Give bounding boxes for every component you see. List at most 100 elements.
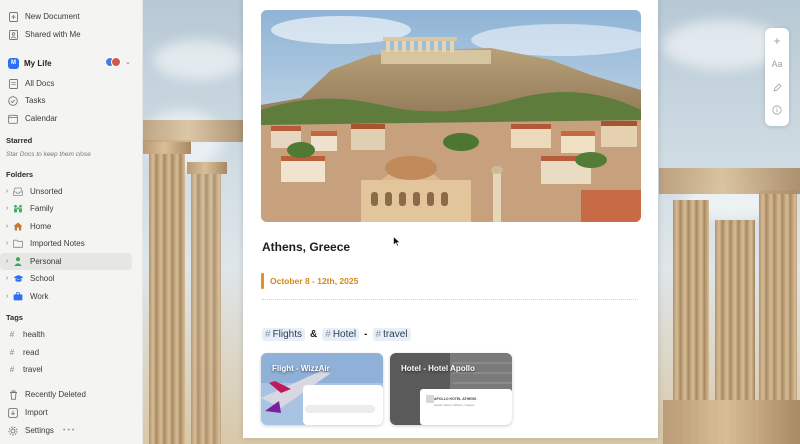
card-title: Flight - WizzAir [272, 364, 330, 373]
sidebar-item-label: All Docs [25, 79, 55, 88]
workspace-name: My Life [24, 58, 52, 68]
new-document-icon [7, 11, 19, 23]
chevron-right-icon[interactable]: › [3, 188, 11, 195]
sidebar-item-calendar[interactable]: Calendar [0, 110, 143, 127]
house-icon [12, 221, 24, 233]
tag-label: Flights [272, 329, 303, 340]
recently-deleted-button[interactable]: Recently Deleted [0, 386, 143, 403]
sidebar-item-label: Family [30, 204, 54, 213]
new-document-label: New Document [25, 12, 80, 21]
shared-with-me-label: Shared with Me [25, 30, 81, 39]
tag-label: Hotel [332, 329, 357, 340]
tag-flights[interactable]: # Flights [262, 328, 306, 341]
tags-heading: Tags [6, 313, 23, 322]
import-icon [7, 407, 19, 419]
sidebar-item-label: School [30, 274, 55, 283]
hash-icon: # [375, 329, 382, 340]
checkmark-circle-icon [7, 95, 19, 107]
chevron-right-icon[interactable]: › [3, 275, 11, 282]
sidebar-tag-read[interactable]: # read [0, 344, 143, 361]
hotel-preview-subtitle: Apollo hotel in Athens, Greece [434, 403, 475, 407]
new-document-button[interactable]: New Document [0, 8, 143, 25]
sidebar-item-label: health [23, 330, 45, 339]
highlight-pen-button[interactable] [765, 76, 789, 98]
sidebar-folder-imported-notes[interactable]: › Imported Notes [0, 235, 143, 252]
sidebar-item-label: read [23, 348, 40, 357]
chevron-right-icon[interactable]: › [3, 258, 11, 265]
sidebar-folder-work[interactable]: › Work [0, 288, 143, 305]
sidebar-folder-personal[interactable]: › Personal [0, 253, 132, 270]
workspace-members[interactable]: ⌄ [105, 57, 131, 67]
hash-icon: # [265, 329, 271, 340]
info-button[interactable] [765, 99, 789, 121]
chevron-right-icon[interactable]: › [3, 293, 11, 300]
document-title[interactable]: Athens, Greece [262, 240, 350, 254]
formatting-toolbar: + Aa [765, 28, 789, 126]
sidebar-item-label: Calendar [25, 114, 58, 123]
dash-text: - [364, 329, 368, 340]
hotel-preview-heading: APOLLO HOTEL ATHENS [434, 397, 477, 401]
sidebar-folder-home[interactable]: › Home [0, 218, 143, 235]
hash-icon: # [9, 330, 15, 339]
hotel-link-card[interactable]: Hotel - Hotel Apollo APOLLO HOTEL ATHENS… [390, 353, 512, 425]
folders-heading: Folders [6, 170, 34, 179]
starred-heading: Starred [6, 136, 33, 145]
sidebar: New Document Shared with Me M My Life ⌄ … [0, 0, 143, 444]
sidebar-item-label: Import [25, 408, 48, 417]
pen-icon [772, 82, 782, 92]
person-icon [12, 256, 24, 268]
hash-icon: # [9, 365, 15, 374]
sidebar-item-label: Home [30, 222, 52, 231]
import-button[interactable]: Import [0, 404, 143, 421]
tag-hotel[interactable]: # Hotel [322, 328, 360, 341]
document-page: Athens, Greece October 8 - 12th, 2025 # F… [243, 0, 658, 438]
sidebar-item-label: travel [23, 365, 43, 374]
sidebar-folder-family[interactable]: › Family [0, 200, 143, 217]
sidebar-item-label: Personal [30, 257, 62, 266]
flight-link-card[interactable]: Flight - WizzAir [261, 353, 383, 425]
folder-icon [12, 238, 24, 250]
chevron-right-icon[interactable]: › [3, 205, 11, 212]
graduation-cap-icon [12, 273, 24, 285]
add-block-button[interactable]: + [765, 30, 789, 52]
sidebar-item-label: Unsorted [30, 187, 63, 196]
sidebar-item-label: Tasks [25, 96, 46, 105]
sidebar-item-tasks[interactable]: Tasks [0, 92, 143, 109]
sidebar-item-all-docs[interactable]: All Docs [0, 75, 143, 92]
briefcase-icon [12, 291, 24, 303]
trip-dates[interactable]: October 8 - 12th, 2025 [270, 276, 358, 286]
sidebar-tag-health[interactable]: # health [0, 326, 143, 343]
chevron-down-icon: ⌄ [125, 59, 131, 66]
hash-icon: # [9, 348, 15, 357]
divider [262, 299, 638, 300]
shared-with-me-button[interactable]: Shared with Me [0, 26, 143, 43]
tags-line: # Flights & # Hotel - # travel [262, 328, 411, 341]
sidebar-folder-unsorted[interactable]: › Unsorted [0, 183, 143, 200]
text-style-button[interactable]: Aa [765, 53, 789, 75]
sidebar-item-label: Settings [25, 426, 54, 435]
shared-doc-icon [7, 29, 19, 41]
gear-icon [7, 425, 19, 437]
chevron-right-icon[interactable]: › [3, 240, 11, 247]
trash-icon [7, 389, 19, 401]
sidebar-item-label: Imported Notes [30, 239, 85, 248]
hash-icon: # [325, 329, 331, 340]
card-title: Hotel - Hotel Apollo [401, 364, 475, 373]
workspace-badge: M [8, 57, 19, 69]
acropolis-cover-image [261, 10, 641, 222]
chevron-right-icon[interactable]: › [3, 223, 11, 230]
accent-bar [261, 273, 264, 289]
sidebar-folder-school[interactable]: › School [0, 270, 143, 287]
tag-label: travel [383, 329, 408, 340]
sidebar-item-label: Recently Deleted [25, 390, 86, 399]
mouse-cursor-icon [393, 236, 401, 247]
avatar [111, 57, 121, 67]
inbox-icon [12, 186, 24, 198]
sidebar-item-label: Work [30, 292, 49, 301]
tag-travel[interactable]: # travel [372, 328, 411, 341]
pagination-dots: ••• [63, 427, 77, 434]
document-icon [7, 78, 19, 90]
calendar-icon [7, 113, 19, 125]
sidebar-tag-travel[interactable]: # travel [0, 361, 143, 378]
ampersand-text: & [310, 329, 318, 340]
